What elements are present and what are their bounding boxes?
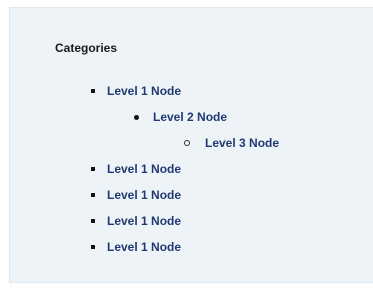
square-bullet-icon xyxy=(91,89,95,93)
tree-node-label[interactable]: Level 1 Node xyxy=(107,162,181,176)
square-bullet-icon xyxy=(91,193,95,197)
tree-node-label[interactable]: Level 1 Node xyxy=(107,84,181,98)
disc-bullet-icon xyxy=(134,115,139,120)
tree-node-label[interactable]: Level 2 Node xyxy=(153,110,227,124)
square-bullet-icon xyxy=(91,219,95,223)
square-bullet-icon xyxy=(91,167,95,171)
categories-panel: Categories Level 1 Node Level 2 Node Lev… xyxy=(9,7,373,283)
categories-heading: Categories xyxy=(55,41,118,55)
square-bullet-icon xyxy=(91,245,95,249)
tree-node-label[interactable]: Level 3 Node xyxy=(205,136,279,150)
tree-node-label[interactable]: Level 1 Node xyxy=(107,188,181,202)
circle-bullet-icon xyxy=(184,140,190,146)
tree-node-label[interactable]: Level 1 Node xyxy=(107,214,181,228)
tree-node-label[interactable]: Level 1 Node xyxy=(107,240,181,254)
